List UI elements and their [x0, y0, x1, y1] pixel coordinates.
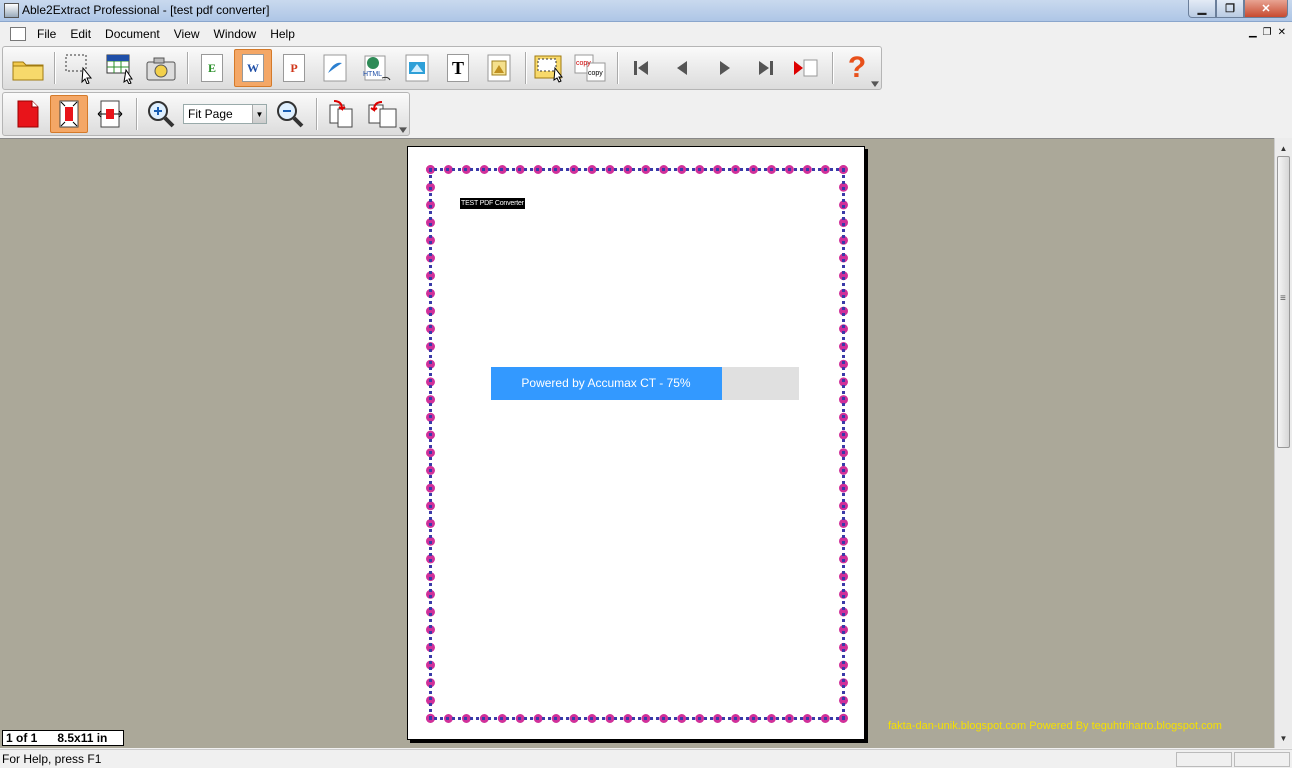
menu-bar: File Edit Document View Window Help ▁ ❐ … — [0, 23, 1292, 44]
page-indicator: 1 of 1 — [6, 731, 38, 745]
open-button[interactable] — [9, 49, 47, 87]
copy-icon: copy copy — [574, 54, 606, 82]
maximize-button[interactable]: ❐ — [1216, 0, 1244, 18]
svg-text:copy: copy — [576, 60, 591, 67]
watermark-text: fakta-dan-unik.blogspot.com Powered By t… — [888, 720, 1222, 732]
custom-conversion-button[interactable] — [531, 49, 569, 87]
convert-publisher-button[interactable] — [316, 49, 354, 87]
view-pdf-button[interactable] — [9, 95, 47, 133]
status-help-text: For Help, press F1 — [2, 752, 102, 766]
table-select-icon — [106, 54, 133, 84]
excel-icon: E — [201, 54, 223, 82]
folder-icon — [12, 61, 44, 81]
convert-autocad-button[interactable] — [398, 49, 436, 87]
rotate-all-button[interactable] — [363, 95, 401, 133]
scroll-up-icon[interactable]: ▲ — [1275, 140, 1292, 156]
menu-view[interactable]: View — [167, 27, 207, 41]
pdf-document-icon — [17, 100, 39, 128]
fit-width-icon — [97, 100, 123, 128]
app-icon — [4, 3, 19, 18]
convert-excel-button[interactable]: E — [193, 49, 231, 87]
menu-document[interactable]: Document — [98, 27, 167, 41]
mdi-close-icon[interactable]: ✕ — [1278, 27, 1286, 38]
first-page-button[interactable] — [623, 49, 661, 87]
go-to-page-icon — [794, 59, 818, 77]
rotate-page-icon — [329, 100, 353, 128]
next-page-icon — [720, 61, 730, 75]
vertical-scrollbar[interactable]: ▲ ▼ — [1274, 138, 1292, 748]
mdi-controls: ▁ ❐ ✕ — [1249, 27, 1286, 38]
convert-html-button[interactable]: HTML — [357, 49, 395, 87]
convert-image-button[interactable] — [480, 49, 518, 87]
help-button[interactable]: ? — [838, 49, 876, 87]
help-icon: ? — [847, 51, 867, 84]
page-size: 8.5x11 in — [57, 731, 108, 745]
copy-button[interactable]: copy copy — [572, 49, 610, 87]
main-toolbar: E W P HTML T copy copy ? — [2, 46, 882, 90]
zoom-select[interactable]: Fit Page ▼ — [183, 104, 267, 124]
scroll-thumb[interactable] — [1277, 156, 1290, 448]
status-bar: For Help, press F1 — [0, 749, 1292, 768]
autocad-icon — [405, 54, 429, 82]
menu-help[interactable]: Help — [263, 27, 302, 41]
rotate-all-icon — [368, 101, 397, 128]
previous-page-icon — [677, 61, 687, 75]
svg-text:HTML: HTML — [363, 71, 382, 78]
window-controls: ▁ ❐ ✕ — [1188, 0, 1288, 18]
camera-icon — [146, 57, 176, 81]
select-area-button[interactable] — [60, 49, 98, 87]
status-panel — [1234, 752, 1290, 767]
fit-width-button[interactable] — [91, 95, 129, 133]
conversion-progress-bar: Powered by Accumax CT - 75% — [491, 367, 799, 400]
convert-powerpoint-button[interactable]: P — [275, 49, 313, 87]
convert-text-button[interactable]: T — [439, 49, 477, 87]
select-table-button[interactable] — [101, 49, 139, 87]
convert-word-button[interactable]: W — [234, 49, 272, 87]
last-page-button[interactable] — [746, 49, 784, 87]
zoom-in-icon — [148, 101, 175, 128]
zoom-out-icon — [277, 101, 304, 128]
menu-window[interactable]: Window — [207, 27, 264, 41]
decorative-page-border — [426, 165, 848, 723]
document-heading: TEST PDF Converter — [460, 198, 525, 209]
powerpoint-icon: P — [283, 54, 305, 82]
go-to-page-button[interactable] — [787, 49, 825, 87]
last-page-icon — [759, 61, 773, 75]
zoom-value: Fit Page — [188, 107, 233, 121]
pdf-page[interactable]: TEST PDF Converter Powered by Accumax CT… — [407, 146, 865, 740]
title-bar: Able2Extract Professional - [test pdf co… — [0, 0, 1292, 22]
svg-text:copy: copy — [588, 70, 603, 77]
rotate-page-button[interactable] — [322, 95, 360, 133]
menu-edit[interactable]: Edit — [63, 27, 98, 41]
first-page-icon — [634, 61, 648, 75]
publisher-icon — [323, 54, 347, 82]
previous-page-button[interactable] — [664, 49, 702, 87]
minimize-button[interactable]: ▁ — [1188, 0, 1216, 18]
progress-label: Powered by Accumax CT - 75% — [521, 376, 691, 390]
fit-page-button[interactable] — [50, 95, 88, 133]
window-title: Able2Extract Professional - [test pdf co… — [22, 3, 270, 17]
page-info-box: 1 of 1 8.5x11 in — [2, 730, 124, 746]
menu-file[interactable]: File — [30, 27, 63, 41]
document-icon[interactable] — [10, 26, 26, 41]
word-icon: W — [242, 54, 264, 82]
mdi-minimize-icon[interactable]: ▁ — [1249, 27, 1257, 38]
fit-page-icon — [59, 100, 79, 128]
html-icon: HTML — [363, 55, 391, 81]
custom-conversion-icon — [534, 55, 564, 83]
next-page-button[interactable] — [705, 49, 743, 87]
chevron-down-icon[interactable]: ▼ — [252, 105, 266, 123]
image-icon — [487, 54, 511, 82]
view-toolbar: Fit Page ▼ — [2, 92, 410, 136]
scroll-down-icon[interactable]: ▼ — [1275, 730, 1292, 746]
snapshot-button[interactable] — [142, 49, 180, 87]
zoom-in-button[interactable] — [142, 95, 180, 133]
close-button[interactable]: ✕ — [1244, 0, 1288, 18]
mdi-restore-icon[interactable]: ❐ — [1263, 27, 1272, 38]
text-icon: T — [447, 54, 469, 82]
status-panel — [1176, 752, 1232, 767]
select-area-icon — [65, 54, 93, 84]
zoom-out-button[interactable] — [271, 95, 309, 133]
